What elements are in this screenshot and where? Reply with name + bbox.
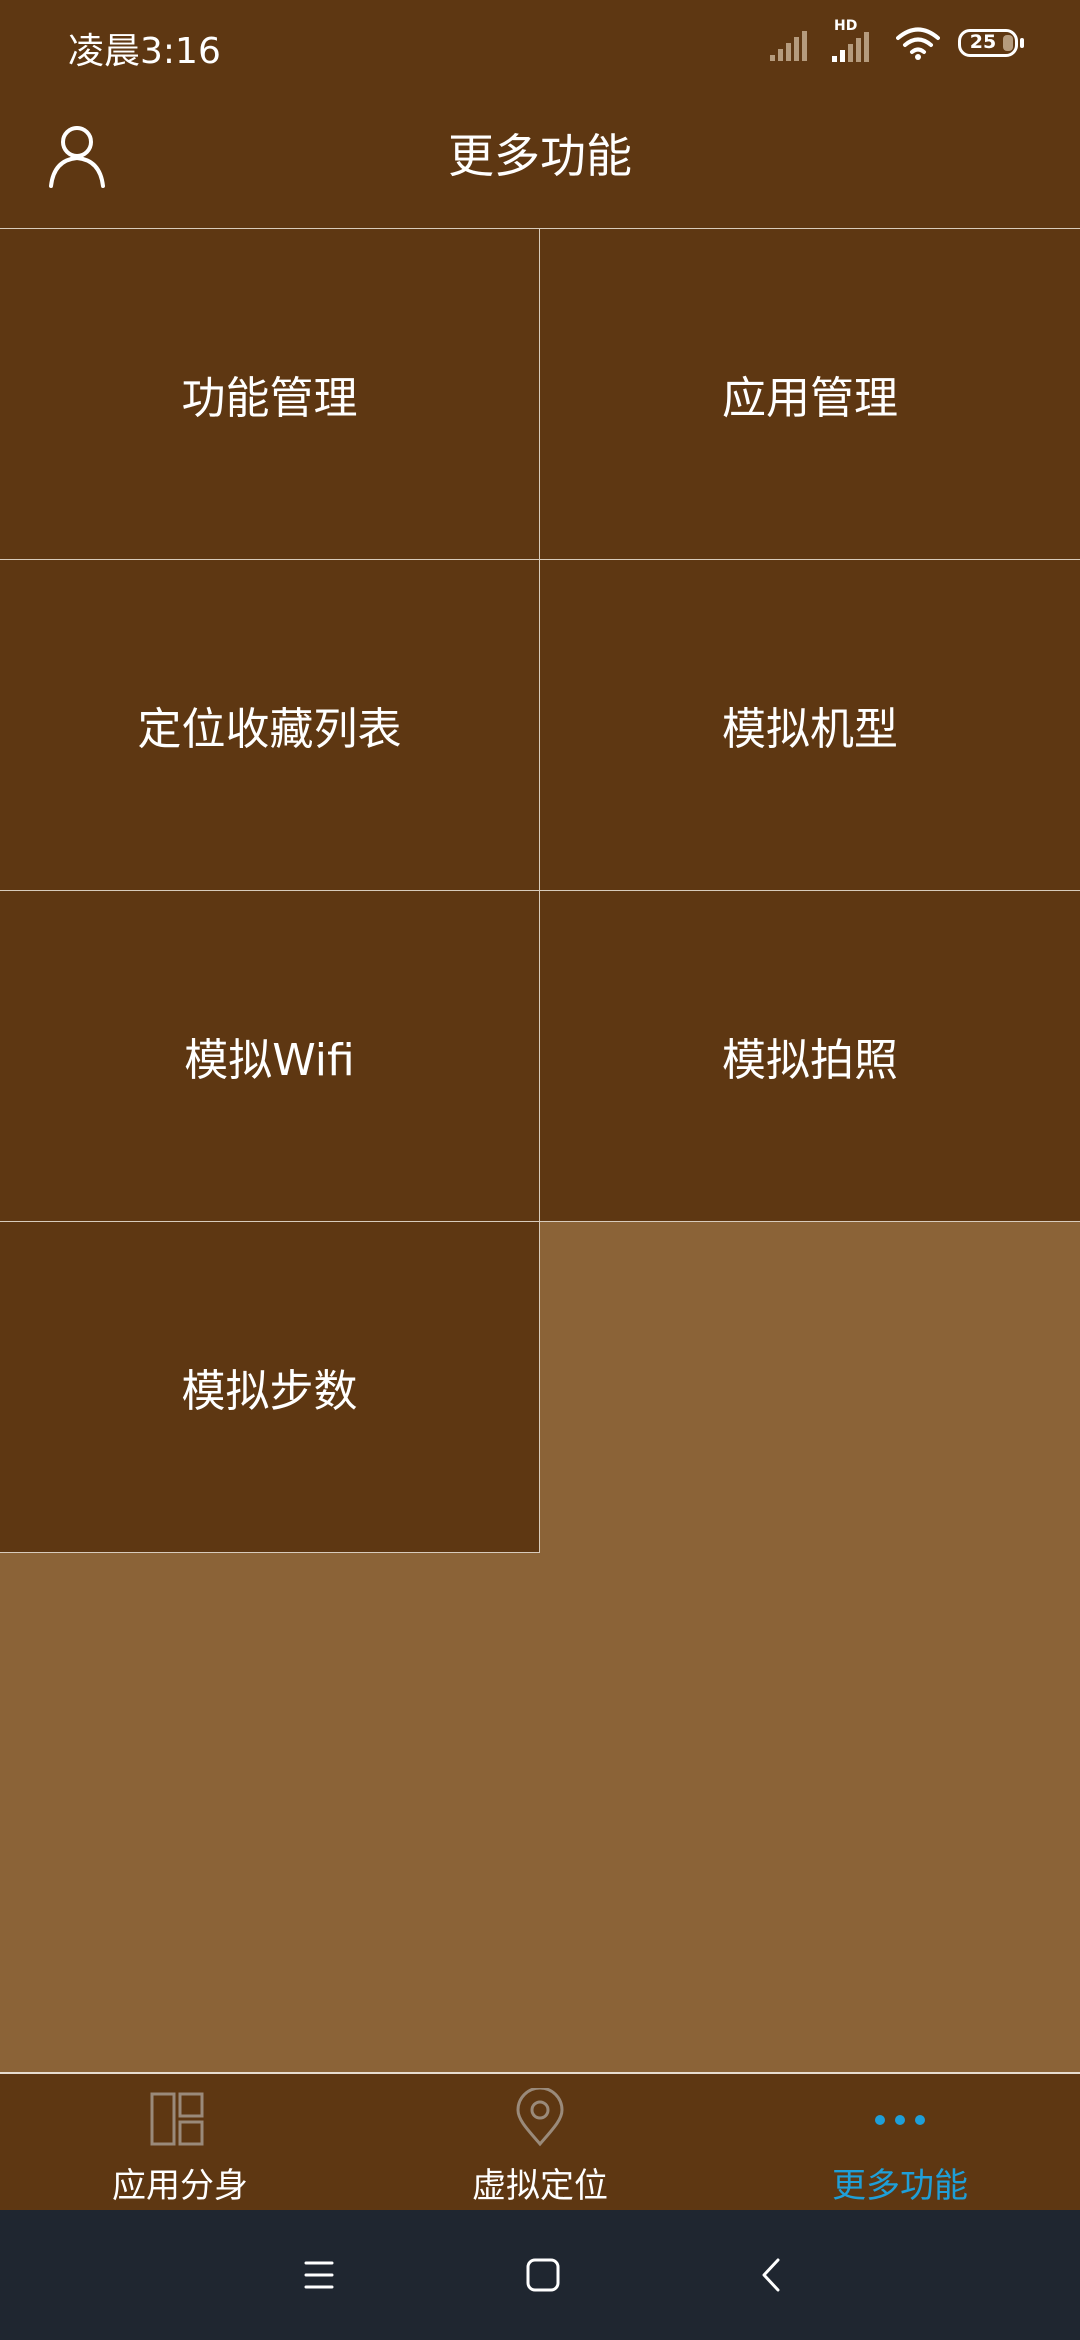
app-bar: 更多功能 (0, 90, 1080, 228)
battery-icon: 25 (958, 29, 1024, 59)
nav-item-more-features[interactable]: 更多功能 (720, 2074, 1080, 2212)
feature-tile-label: 功能管理 (181, 373, 358, 424)
feature-grid: 功能管理 应用管理 定位收藏列表 模拟机型 模拟Wifi 模拟拍照 模拟步数 (0, 228, 1080, 1553)
status-icons: HD 25 (768, 18, 1024, 66)
feature-tile-simulate-wifi[interactable]: 模拟Wifi (0, 891, 540, 1222)
hd-signal-icon: HD (830, 18, 878, 64)
feature-tile-label: 应用管理 (722, 373, 898, 424)
status-bar: 凌晨3:16 HD 25 (0, 0, 1080, 90)
signal-weak-icon (770, 31, 807, 61)
page-title: 更多功能 (448, 129, 632, 183)
battery-level: 25 (969, 31, 997, 53)
feature-tile-label: 模拟拍照 (722, 1035, 898, 1086)
bottom-nav: 应用分身 虚拟定位 更多功能 (0, 2072, 1080, 2212)
more-dots-icon (875, 2115, 925, 2125)
nav-item-app-clone[interactable]: 应用分身 (0, 2074, 360, 2212)
feature-tile-simulate-photo[interactable]: 模拟拍照 (540, 891, 1080, 1222)
feature-tile-label: 模拟Wifi (184, 1035, 355, 1086)
location-pin-icon (516, 2088, 564, 2147)
nav-label: 虚拟定位 (472, 2166, 608, 2206)
wifi-icon (896, 27, 940, 60)
split-layout-icon (150, 2092, 204, 2146)
feature-tile-label: 模拟步数 (181, 1366, 358, 1417)
feature-tile-label: 模拟机型 (722, 704, 898, 755)
feature-tile-simulate-steps[interactable]: 模拟步数 (0, 1222, 540, 1553)
back-icon[interactable] (744, 2248, 798, 2302)
feature-tile-location-favorites[interactable]: 定位收藏列表 (0, 560, 540, 891)
system-nav-bar (0, 2210, 1080, 2340)
nav-label: 更多功能 (832, 2166, 968, 2206)
nav-item-virtual-location[interactable]: 虚拟定位 (360, 2074, 720, 2212)
feature-tile-function-manage[interactable]: 功能管理 (0, 229, 540, 560)
home-icon[interactable] (516, 2248, 570, 2302)
feature-tile-label: 定位收藏列表 (137, 704, 402, 755)
menu-icon[interactable] (292, 2248, 346, 2302)
status-time: 凌晨3:16 (68, 31, 221, 72)
feature-tile-simulate-device[interactable]: 模拟机型 (540, 560, 1080, 891)
nav-label: 应用分身 (112, 2166, 248, 2206)
feature-tile-app-manage[interactable]: 应用管理 (540, 229, 1080, 560)
